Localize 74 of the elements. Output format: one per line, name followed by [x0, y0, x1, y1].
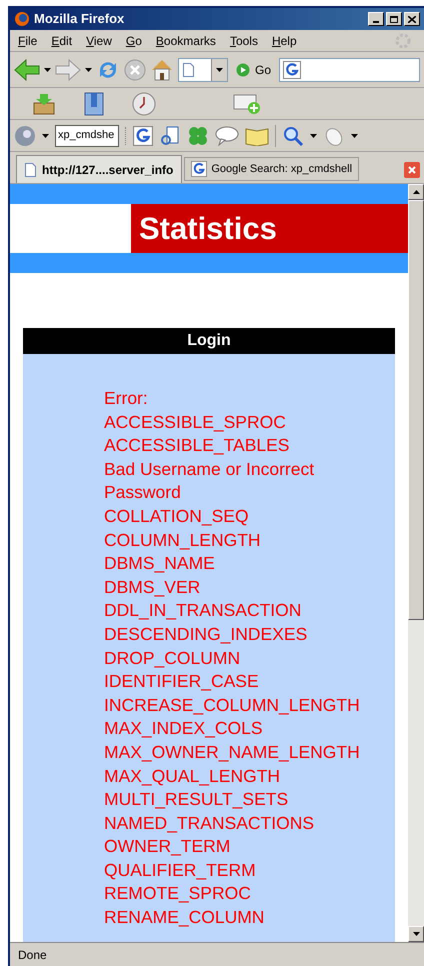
caret-icon	[216, 68, 223, 72]
play-icon	[236, 62, 250, 76]
error-message: MAX_INDEX_COLS	[104, 717, 264, 740]
menu-item[interactable]: File	[18, 32, 38, 50]
browser-tab[interactable]: Google Search: xp_cmdshell	[184, 157, 360, 181]
bookmarks-book-icon[interactable]	[83, 92, 105, 116]
error-message: Bad Username or Incorrect Password	[104, 458, 316, 504]
firefox-icon	[14, 11, 30, 27]
close-button[interactable]	[404, 12, 420, 26]
home-icon[interactable]	[150, 58, 174, 82]
caret-icon[interactable]	[44, 68, 51, 72]
open-book-icon[interactable]	[245, 126, 269, 146]
menu-item[interactable]: Edit	[51, 32, 72, 50]
page-icon	[183, 62, 194, 76]
error-message: Error:	[104, 387, 149, 410]
error-message: DESCENDING_INDEXES	[104, 622, 308, 646]
close-icon	[408, 166, 416, 174]
error-message: MAX_OWNER_NAME_LENGTH	[104, 740, 361, 764]
scroll-up-button[interactable]	[408, 184, 424, 200]
browser-tab[interactable]: http://127....server_info	[16, 155, 182, 183]
error-message: DBMS_VER	[104, 576, 202, 599]
caret-icon[interactable]	[310, 134, 317, 138]
error-message: ACCESSIBLE_TABLES	[104, 434, 290, 458]
error-message: COLUMN_LENGTH	[104, 528, 262, 552]
go-button[interactable]: Go	[232, 60, 276, 78]
speech-bubble-icon[interactable]	[215, 126, 239, 146]
add-card-icon[interactable]	[233, 92, 261, 114]
page-search-icon[interactable]	[159, 124, 181, 146]
error-message: NAMED_TRANSACTIONS	[104, 812, 316, 835]
minimize-button[interactable]	[368, 12, 384, 26]
error-message: DDL_IN_TRANSACTION	[104, 599, 302, 622]
caret-icon[interactable]	[85, 68, 92, 72]
error-message: REMOTE_SPROC	[104, 882, 252, 906]
banner-title: Statistics	[139, 213, 277, 244]
close-icon	[408, 16, 416, 22]
menu-item[interactable]: Help	[272, 32, 297, 50]
search-field[interactable]	[279, 58, 420, 82]
error-message: MULTI_RESULT_SETS	[104, 788, 290, 812]
address-field[interactable]	[178, 58, 228, 82]
error-message: DBMS_NAME	[104, 552, 216, 576]
clock-icon[interactable]	[132, 92, 156, 116]
error-message: ACCESSIBLE_SPROC	[104, 410, 287, 434]
scroll-thumb[interactable]	[408, 200, 424, 620]
caret-icon[interactable]	[42, 134, 49, 138]
magnifier-icon[interactable]	[282, 124, 304, 146]
error-message: OWNER_TERM	[104, 835, 232, 858]
down-arrow-icon	[412, 932, 420, 936]
menu-item[interactable]: Go	[126, 32, 142, 50]
status-text: Done	[18, 946, 47, 964]
dropdown-button[interactable]	[211, 58, 227, 80]
error-message: INCREASE_COLUMN_LENGTH	[104, 694, 361, 717]
close-tab-button[interactable]	[404, 162, 420, 178]
error-message: RENAME_COLUMN	[104, 906, 266, 930]
g-letter-icon[interactable]	[283, 60, 302, 78]
download-box-icon[interactable]	[32, 92, 56, 114]
panel-title: Login	[187, 331, 231, 351]
menu-item[interactable]: Tools	[230, 32, 258, 50]
maximize-button[interactable]	[386, 12, 402, 26]
error-message: MAX_QUAL_LENGTH	[104, 764, 282, 788]
error-message: DROP_COLUMN	[104, 646, 242, 670]
error-message: QUALIFIER_TERM	[104, 858, 257, 882]
up-arrow-icon	[412, 190, 420, 194]
menu-item[interactable]: Bookmarks	[156, 32, 216, 50]
window-title: Mozilla Firefox	[34, 10, 124, 28]
scroll-down-button[interactable]	[408, 926, 424, 942]
g-letter-icon[interactable]	[133, 126, 153, 146]
error-message: IDENTIFIER_CASE	[104, 670, 260, 694]
menu-item[interactable]: View	[86, 32, 112, 50]
caret-icon[interactable]	[351, 134, 358, 138]
page-icon	[25, 162, 36, 176]
g-letter-icon	[191, 161, 208, 177]
error-message: COLLATION_SEQ	[104, 504, 250, 528]
throbber-icon	[394, 32, 412, 50]
search-field[interactable]: xp_cmdshe	[55, 124, 119, 146]
